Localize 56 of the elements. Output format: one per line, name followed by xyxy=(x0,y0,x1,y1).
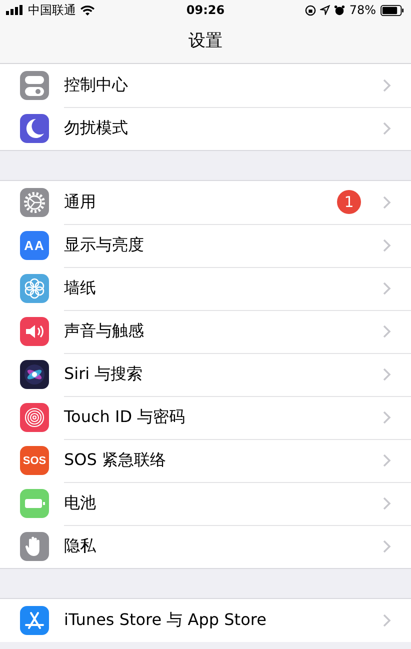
speaker-icon xyxy=(20,317,49,346)
settings-row[interactable]: 勿扰模式 xyxy=(0,107,411,150)
row-label: Touch ID 与密码 xyxy=(64,406,186,428)
chevron-icon xyxy=(383,78,391,92)
settings-row[interactable]: Touch ID 与密码 xyxy=(0,396,411,439)
row-label: 隐私 xyxy=(64,536,97,557)
settings-row[interactable]: 墙纸 xyxy=(0,267,411,310)
row-label: 墙纸 xyxy=(64,278,97,298)
row-label: 勿扰模式 xyxy=(64,118,129,139)
chevron-icon xyxy=(383,238,391,252)
app-store-icon xyxy=(20,606,49,635)
row-label: SOS 紧急联络 xyxy=(64,450,167,470)
row-label: 声音与触感 xyxy=(64,320,145,342)
signal-icon xyxy=(6,5,24,15)
carrier-name: 中国联通 xyxy=(28,2,76,18)
notification-badge: 1 xyxy=(337,190,361,214)
settings-row[interactable]: 通用 1 xyxy=(0,181,411,224)
row-label: 控制中心 xyxy=(64,74,129,96)
settings-row[interactable]: AA 显示与亮度 xyxy=(0,224,411,267)
moon-icon xyxy=(20,114,49,143)
battery-percent: 78% xyxy=(349,3,376,17)
settings-row[interactable]: SOS SOS 紧急联络 xyxy=(0,439,411,482)
chevron-icon xyxy=(383,540,391,553)
page-title: 设置 xyxy=(188,30,224,53)
settings-row[interactable]: 声音与触感 xyxy=(0,310,411,353)
fingerprint-icon xyxy=(20,403,49,432)
row-label: 电池 xyxy=(64,492,97,514)
flower-icon xyxy=(20,274,49,303)
chevron-icon xyxy=(383,282,391,294)
sos-icon: SOS xyxy=(20,446,49,475)
chevron-icon xyxy=(383,368,391,380)
chevron-icon xyxy=(383,122,391,135)
chevron-icon xyxy=(383,196,391,208)
settings-row[interactable]: Siri 与搜索 xyxy=(0,353,411,396)
battery-icon xyxy=(380,4,405,16)
chevron-icon xyxy=(383,410,391,424)
battery-icon xyxy=(20,489,49,518)
wifi-icon xyxy=(80,4,95,16)
row-label: 显示与亮度 xyxy=(64,234,145,256)
row-label: iTunes Store 与 App Store xyxy=(64,610,268,631)
chevron-icon xyxy=(383,324,391,338)
toggle-icon xyxy=(20,71,49,100)
chevron-icon xyxy=(383,454,391,466)
settings-row[interactable]: iTunes Store 与 App Store xyxy=(0,599,411,642)
clock-time: 09:26 xyxy=(186,3,225,17)
row-label: Siri 与搜索 xyxy=(64,364,144,384)
settings-row[interactable]: 隐私 xyxy=(0,525,411,568)
chevron-icon xyxy=(383,614,391,627)
location-icon xyxy=(320,5,330,15)
settings-row[interactable]: 电池 xyxy=(0,482,411,525)
hand-icon xyxy=(20,532,49,561)
orb-icon xyxy=(20,360,49,389)
row-label: 通用 xyxy=(64,192,97,212)
chevron-icon xyxy=(383,496,391,510)
letters-icon: AA xyxy=(20,231,49,260)
gear-icon xyxy=(20,188,49,217)
